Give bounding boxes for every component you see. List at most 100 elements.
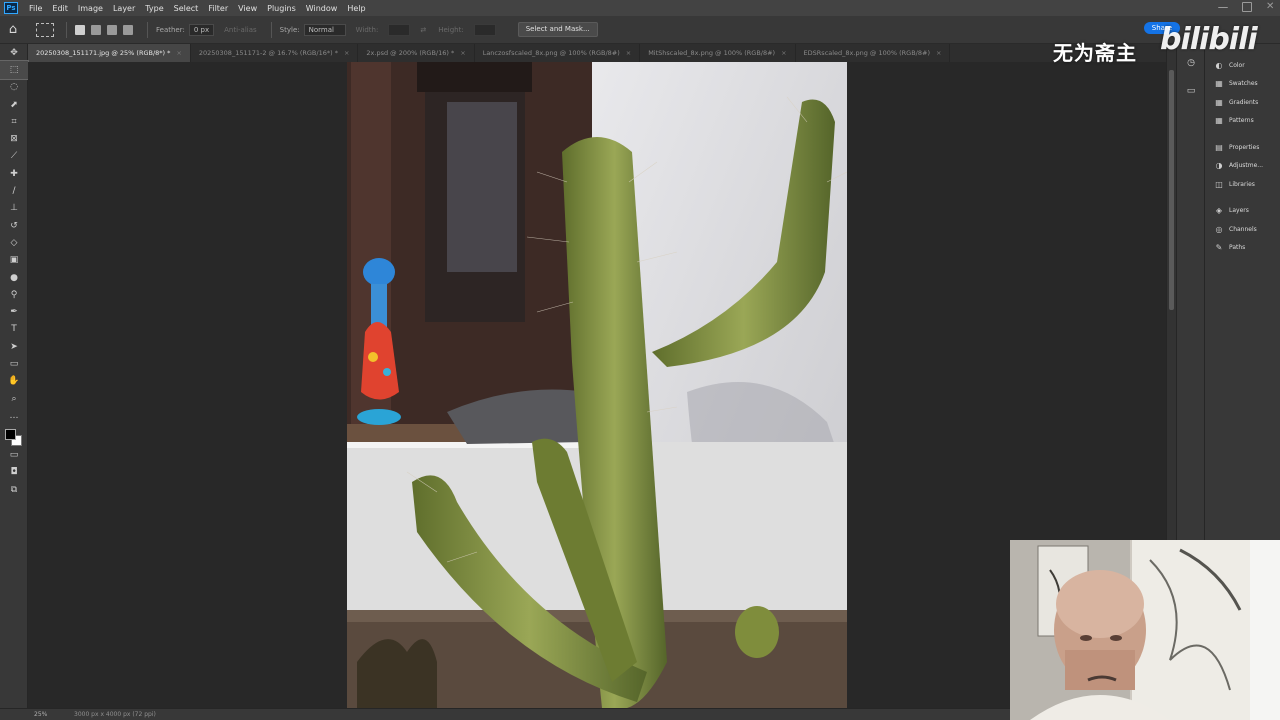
eyedropper-tool-icon[interactable]: ⟋: [0, 148, 28, 165]
tools-panel: ✥ ⬚ ◌ ⬈ ⌗ ⊠ ⟋ ✚ ∕ ⊥ ↺ ◇ ▣ ● ⚲ ✒ T ➤ ▭ ✋ …: [0, 44, 29, 708]
more-tools-icon[interactable]: …: [0, 407, 28, 424]
menu-filter[interactable]: Filter: [203, 4, 233, 13]
photo-image: [347, 62, 847, 708]
maximize-icon[interactable]: [1242, 2, 1252, 12]
color-wheel-icon: ◐: [1215, 60, 1223, 70]
patterns-grid-icon: ▦: [1215, 116, 1223, 126]
panel-label: Color: [1229, 61, 1245, 69]
bilibili-logo: bilibili: [1160, 22, 1258, 57]
panel-adjustments[interactable]: ◑ Adjustme...: [1205, 157, 1280, 176]
panel-label: Paths: [1229, 244, 1246, 252]
tab-document[interactable]: 2x.psd @ 200% (RGB/16) * ×: [358, 44, 475, 62]
tab-document[interactable]: 20250308_151171.jpg @ 25% (RGB/8*) * ×: [28, 44, 191, 62]
panel-label: Layers: [1229, 207, 1249, 215]
antialias-checkbox[interactable]: Anti-alias: [224, 26, 257, 34]
close-icon[interactable]: ×: [936, 49, 941, 57]
cactus-photo[interactable]: [347, 62, 847, 708]
document-info[interactable]: 3000 px x 4000 px (72 ppi): [74, 711, 156, 718]
tab-document[interactable]: MitShscaled_8x.png @ 100% (RGB/8#) ×: [640, 44, 796, 62]
panel-paths[interactable]: ✎ Paths: [1205, 239, 1280, 258]
gradient-tool-icon[interactable]: ▣: [0, 252, 28, 269]
menu-layer[interactable]: Layer: [108, 4, 140, 13]
feather-input[interactable]: 0 px: [188, 23, 215, 36]
menu-help[interactable]: Help: [342, 4, 370, 13]
marquee-tool-icon[interactable]: ⬚: [0, 60, 29, 80]
panel-swatches[interactable]: ▦ Swatches: [1205, 75, 1280, 94]
new-selection-icon[interactable]: [75, 24, 85, 35]
width-label: Width:: [355, 25, 379, 34]
subtract-selection-icon[interactable]: [107, 24, 117, 35]
screen-mode-icon[interactable]: ⧉: [0, 481, 28, 498]
clone-stamp-tool-icon[interactable]: ⊥: [0, 200, 28, 217]
move-tool-icon[interactable]: ✥: [0, 44, 28, 61]
brush-tool-icon[interactable]: ∕: [0, 182, 28, 199]
dock-scrollbar[interactable]: [1169, 70, 1174, 310]
panel-libraries[interactable]: ◫ Libraries: [1205, 175, 1280, 194]
dodge-tool-icon[interactable]: ⚲: [0, 286, 28, 303]
close-icon[interactable]: ×: [344, 49, 349, 57]
canvas-area[interactable]: [28, 62, 1166, 708]
foreground-color-swatch[interactable]: [5, 428, 16, 440]
comments-icon[interactable]: ▭: [1177, 82, 1205, 100]
channels-icon: ◎: [1215, 224, 1223, 234]
divider: [270, 21, 272, 38]
tab-label: 20250308_151171.jpg @ 25% (RGB/8*) *: [36, 49, 171, 57]
rectangle-tool-icon[interactable]: ▭: [0, 355, 28, 372]
color-swatches[interactable]: [0, 425, 27, 447]
height-label: Height:: [438, 25, 464, 34]
menu-bar: Ps File Edit Image Layer Type Select Fil…: [0, 0, 1280, 16]
hand-tool-icon[interactable]: ✋: [0, 373, 28, 390]
panel-layers[interactable]: ◈ Layers: [1205, 202, 1280, 221]
style-select[interactable]: Normal: [303, 23, 346, 36]
lasso-tool-icon[interactable]: ◌: [0, 79, 28, 96]
menu-view[interactable]: View: [233, 4, 262, 13]
tab-document[interactable]: Lanczosfscaled_8x.png @ 100% (RGB/8#) ×: [475, 44, 641, 62]
panel-channels[interactable]: ◎ Channels: [1205, 220, 1280, 239]
object-select-tool-icon[interactable]: ⬈: [0, 96, 28, 113]
healing-brush-tool-icon[interactable]: ✚: [0, 165, 28, 182]
marquee-preset-icon[interactable]: [36, 22, 54, 37]
menu-plugins[interactable]: Plugins: [262, 4, 301, 13]
tab-document[interactable]: EDSRscaled_8x.png @ 100% (RGB/8#) ×: [796, 44, 951, 62]
libraries-icon: ◫: [1215, 179, 1223, 189]
blur-tool-icon[interactable]: ●: [0, 269, 28, 286]
menu-image[interactable]: Image: [73, 4, 108, 13]
menu-edit[interactable]: Edit: [47, 4, 73, 13]
eraser-tool-icon[interactable]: ◇: [0, 234, 28, 251]
close-icon[interactable]: ×: [460, 49, 465, 57]
close-icon[interactable]: ×: [626, 49, 631, 57]
select-and-mask-button[interactable]: Select and Mask...: [517, 22, 598, 37]
menu-file[interactable]: File: [24, 4, 47, 13]
menu-window[interactable]: Window: [301, 4, 343, 13]
panel-color[interactable]: ◐ Color: [1205, 56, 1280, 75]
quick-mask-icon[interactable]: ◘: [0, 464, 28, 481]
type-tool-icon[interactable]: T: [0, 321, 28, 338]
panel-properties[interactable]: ▤ Properties: [1205, 138, 1280, 157]
edit-toolbar-icon[interactable]: ▭: [0, 447, 28, 464]
close-icon[interactable]: ×: [176, 49, 181, 57]
crop-tool-icon[interactable]: ⌗: [0, 113, 28, 130]
path-select-tool-icon[interactable]: ➤: [0, 338, 28, 355]
panel-patterns[interactable]: ▦ Patterns: [1205, 112, 1280, 131]
home-icon[interactable]: ⌂: [0, 22, 26, 37]
close-icon[interactable]: ×: [781, 49, 786, 57]
menu-select[interactable]: Select: [169, 4, 204, 13]
menu-type[interactable]: Type: [140, 4, 168, 13]
close-icon[interactable]: ✕: [1266, 2, 1276, 12]
width-input[interactable]: [388, 23, 411, 36]
pen-tool-icon[interactable]: ✒: [0, 303, 28, 320]
zoom-level[interactable]: 25%: [34, 711, 74, 718]
panel-gradients[interactable]: ▦ Gradients: [1205, 93, 1280, 112]
photoshop-logo-icon[interactable]: Ps: [4, 2, 18, 14]
properties-icon: ▤: [1215, 142, 1223, 152]
frame-tool-icon[interactable]: ⊠: [0, 130, 28, 147]
document-tabs: 20250308_151171.jpg @ 25% (RGB/8*) * × 20…: [28, 44, 1166, 62]
height-input[interactable]: [473, 23, 496, 36]
tab-document[interactable]: 20250308_151171-2 @ 16.7% (RGB/16*) * ×: [191, 44, 359, 62]
zoom-tool-icon[interactable]: ⌕: [0, 390, 28, 407]
add-selection-icon[interactable]: [91, 24, 101, 35]
swap-icon[interactable]: ⇄: [420, 26, 426, 34]
intersect-selection-icon[interactable]: [123, 24, 133, 35]
history-brush-tool-icon[interactable]: ↺: [0, 217, 28, 234]
minimize-icon[interactable]: [1218, 2, 1228, 8]
